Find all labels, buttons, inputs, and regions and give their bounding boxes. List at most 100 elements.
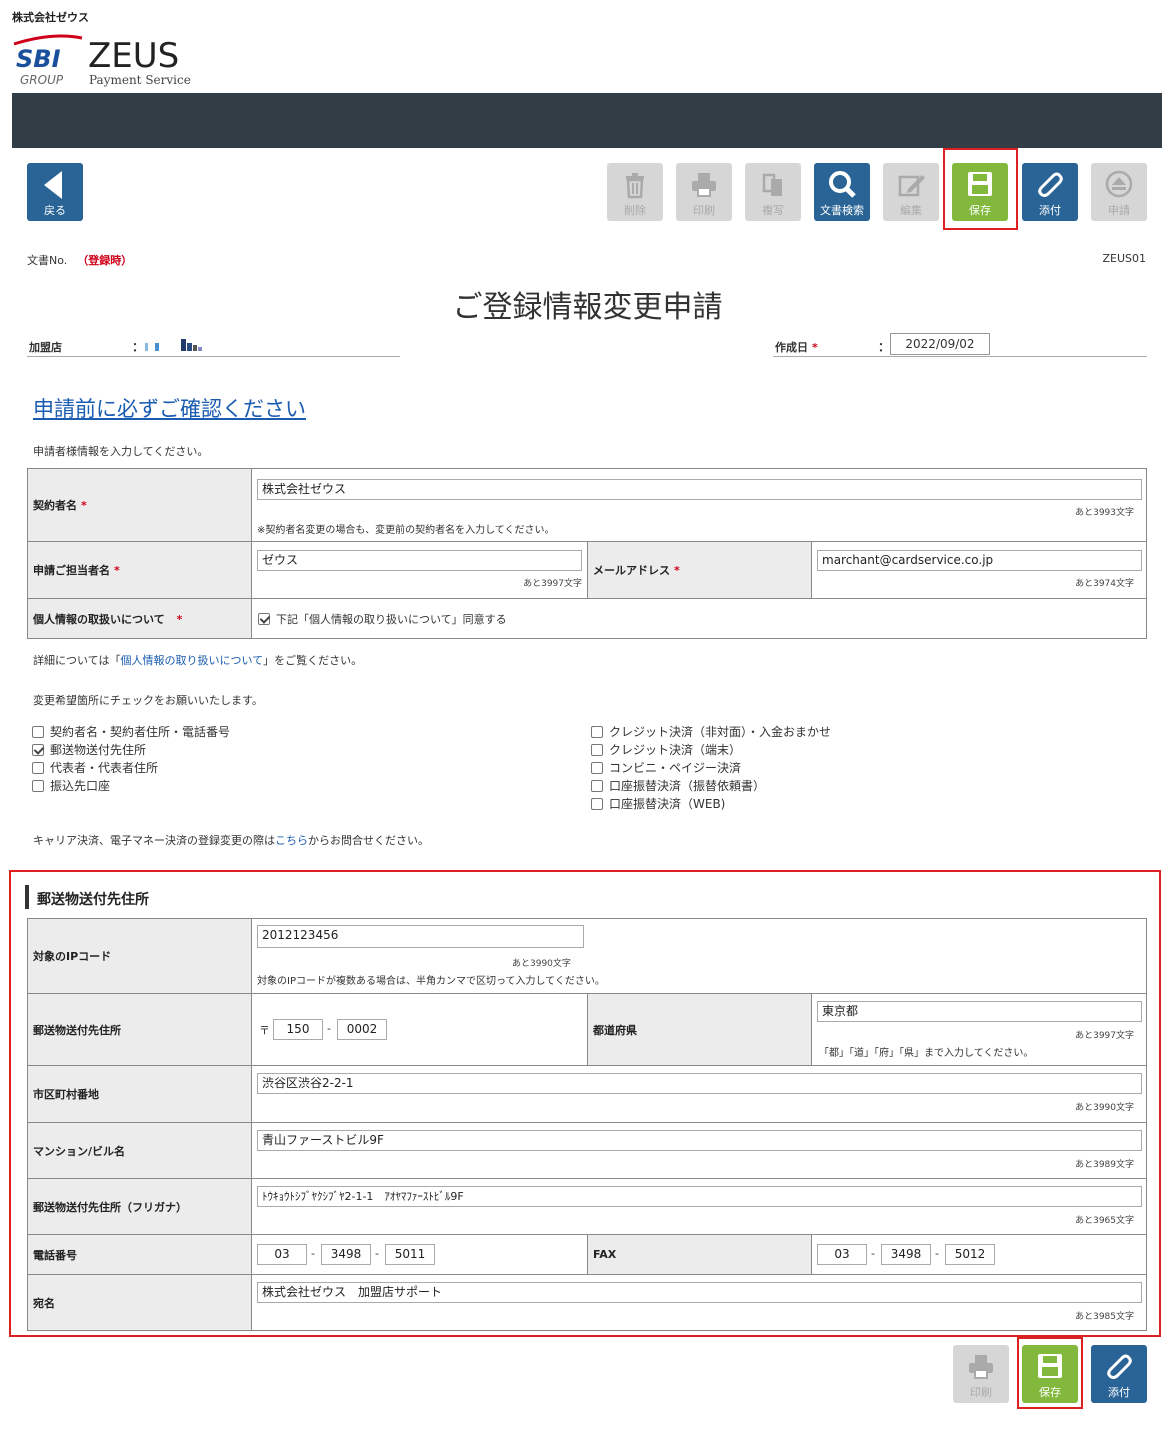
prefecture-label-cell: 都道府県 <box>587 993 812 1066</box>
change-option-checkbox[interactable] <box>32 726 44 738</box>
merchant-underline <box>27 356 400 357</box>
print-button[interactable]: 印刷 <box>676 163 732 221</box>
person-name-input[interactable]: ゼウス <box>257 550 582 571</box>
floppy-disk-icon <box>968 172 992 196</box>
merchant-colon: ： <box>132 340 145 354</box>
paperclip-icon <box>1107 1354 1132 1379</box>
email-cell: marchant@cardservice.co.jp あと3974文字 <box>811 541 1147 599</box>
contractor-name-input[interactable]: 株式会社ゼウス <box>257 479 1142 500</box>
merchant-name-masked <box>145 339 205 353</box>
change-option-item[interactable]: 口座振替決済（振替依頼書） <box>591 777 765 795</box>
change-option-label: 振込先口座 <box>50 779 111 793</box>
change-option-item[interactable]: 代表者・代表者住所 <box>32 759 158 777</box>
fax-label-cell: FAX <box>587 1234 812 1275</box>
carrier-text: キャリア決済、電子マネー決済の登録変更の際はこちらからお問合せください。 <box>33 834 429 847</box>
postal-label-cell: 郵送物送付先住所 <box>27 993 252 1066</box>
kana-char-count: あと3965文字 <box>1075 1216 1134 1226</box>
change-option-checkbox[interactable] <box>32 744 44 756</box>
applicant-table: 契約者名 * 株式会社ゼウス あと3993文字 ※契約者名変更の場合も、変更前の契… <box>27 468 1147 639</box>
bottom-print-button[interactable]: 印刷 <box>953 1345 1009 1403</box>
change-option-item[interactable]: 郵送物送付先住所 <box>32 741 146 759</box>
save-button[interactable]: 保存 <box>952 163 1008 221</box>
tel-label-cell: 電話番号 <box>27 1234 252 1275</box>
tel-3-input[interactable]: 5011 <box>385 1244 435 1265</box>
printer-icon <box>969 1355 993 1379</box>
postal-code-2-input[interactable]: 0002 <box>337 1019 387 1040</box>
copy-button[interactable]: 複写 <box>745 163 801 221</box>
doc-no-label: 文書No. <box>27 254 68 267</box>
created-underline <box>773 356 1147 357</box>
section-bar <box>25 885 29 909</box>
change-option-item[interactable]: 口座振替決済（WEB) <box>591 795 725 813</box>
tel-cell: 03 - 3498 - 5011 <box>251 1234 588 1275</box>
attach-button[interactable]: 添付 <box>1022 163 1078 221</box>
tel-1-input[interactable]: 03 <box>257 1244 307 1265</box>
bottom-save-button[interactable]: 保存 <box>1022 1345 1078 1403</box>
change-option-item[interactable]: コンビニ・ペイジー決済 <box>591 759 741 777</box>
document-search-label: 文書検索 <box>820 204 864 217</box>
edit-label: 編集 <box>900 204 922 217</box>
change-option-label: 代表者・代表者住所 <box>50 761 159 775</box>
doc-no-value: （登録時） <box>77 254 133 267</box>
contractor-note: ※契約者名変更の場合も、変更前の契約者名を入力してください。 <box>257 525 555 536</box>
prefecture-char-count: あと3997文字 <box>1075 1031 1134 1041</box>
postal-cell: 〒 150 - 0002 <box>251 993 588 1066</box>
change-option-checkbox[interactable] <box>591 744 603 756</box>
change-option-item[interactable]: クレジット決済（端末） <box>591 741 741 759</box>
building-input[interactable]: 青山ファーストビル9F <box>257 1130 1142 1151</box>
privacy-agree-checkbox[interactable] <box>258 612 270 625</box>
bottom-attach-button[interactable]: 添付 <box>1091 1345 1147 1403</box>
tel-2-input[interactable]: 3498 <box>321 1244 371 1265</box>
contractor-cell: 株式会社ゼウス あと3993文字 ※契約者名変更の場合も、変更前の契約者名を入力… <box>251 468 1147 542</box>
addressee-char-count: あと3985文字 <box>1075 1312 1134 1322</box>
change-option-item[interactable]: 契約者名・契約者住所・電話番号 <box>32 723 230 741</box>
printer-icon <box>692 173 716 197</box>
back-button[interactable]: 戻る <box>27 163 83 221</box>
document-search-button[interactable]: 文書検索 <box>814 163 870 221</box>
apply-button[interactable]: 申請 <box>1091 163 1147 221</box>
building-cell: 青山ファーストビル9F あと3989文字 <box>251 1122 1147 1179</box>
company-name: 株式会社ゼウス <box>12 11 89 24</box>
city-input[interactable]: 渋谷区渋谷2-2-1 <box>257 1073 1142 1094</box>
created-colon: ： <box>878 340 891 354</box>
fax-1-input[interactable]: 03 <box>817 1244 867 1265</box>
change-option-item[interactable]: 振込先口座 <box>32 777 110 795</box>
document-code: ZEUS01 <box>1102 252 1146 265</box>
change-option-checkbox[interactable] <box>591 726 603 738</box>
building-label-cell: マンション/ビル名 <box>27 1122 252 1179</box>
contact-here-link[interactable]: こちら <box>275 834 308 847</box>
ip-code-textarea[interactable]: 2012123456 <box>257 925 584 948</box>
change-option-label: クレジット決済（端末） <box>609 743 742 757</box>
change-option-checkbox[interactable] <box>32 762 44 774</box>
change-option-checkbox[interactable] <box>591 762 603 774</box>
copy-label: 複写 <box>762 204 784 217</box>
prefecture-note: 「都」「道」「府」「県」まで入力してください。 <box>819 1048 1034 1059</box>
trash-icon <box>626 173 644 199</box>
group-text: GROUP <box>20 73 64 87</box>
zeus-text: ZEUS <box>88 36 179 76</box>
confirm-before-apply-link[interactable]: 申請前に必ずご確認ください <box>33 393 306 423</box>
edit-button[interactable]: 編集 <box>883 163 939 221</box>
contractor-label-cell: 契約者名 * <box>27 468 252 542</box>
postal-code-1-input[interactable]: 150 <box>273 1019 323 1040</box>
prefecture-input[interactable]: 東京都 <box>817 1001 1142 1022</box>
fax-3-input[interactable]: 5012 <box>945 1244 995 1265</box>
change-option-item[interactable]: クレジット決済（非対面）・入金おまかせ <box>591 723 831 741</box>
city-cell: 渋谷区渋谷2-2-1 あと3990文字 <box>251 1065 1147 1123</box>
fax-2-input[interactable]: 3498 <box>881 1244 931 1265</box>
zeus-logo: SBI GROUP ZEUS Payment Service <box>12 30 192 90</box>
created-date-field[interactable]: 2022/09/02 <box>890 333 990 355</box>
change-option-checkbox[interactable] <box>32 780 44 792</box>
privacy-policy-link[interactable]: 個人情報の取り扱いについて <box>120 654 263 667</box>
delete-button[interactable]: 削除 <box>607 163 663 221</box>
change-option-checkbox[interactable] <box>591 780 603 792</box>
check-intro-text: 変更希望箇所にチェックをお願いいたします。 <box>33 694 263 707</box>
ip-label-cell: 対象のIPコード <box>27 918 252 994</box>
change-option-checkbox[interactable] <box>591 798 603 810</box>
addressee-input[interactable]: 株式会社ゼウス 加盟店サポート <box>257 1282 1142 1303</box>
mail-address-table: 対象のIPコード 2012123456 あと3990文字 対象のIPコードが複数… <box>27 918 1147 1331</box>
email-input[interactable]: marchant@cardservice.co.jp <box>817 550 1142 571</box>
fax-dash-1: - <box>871 1247 875 1260</box>
person-cell: ゼウス あと3997文字 <box>251 541 588 599</box>
kana-input[interactable]: ﾄｳｷｮｳﾄｼﾌﾞﾔｸｼﾌﾞﾔ2-1-1 ｱｵﾔﾏﾌｧｰｽﾄﾋﾞﾙ9F <box>257 1186 1142 1207</box>
